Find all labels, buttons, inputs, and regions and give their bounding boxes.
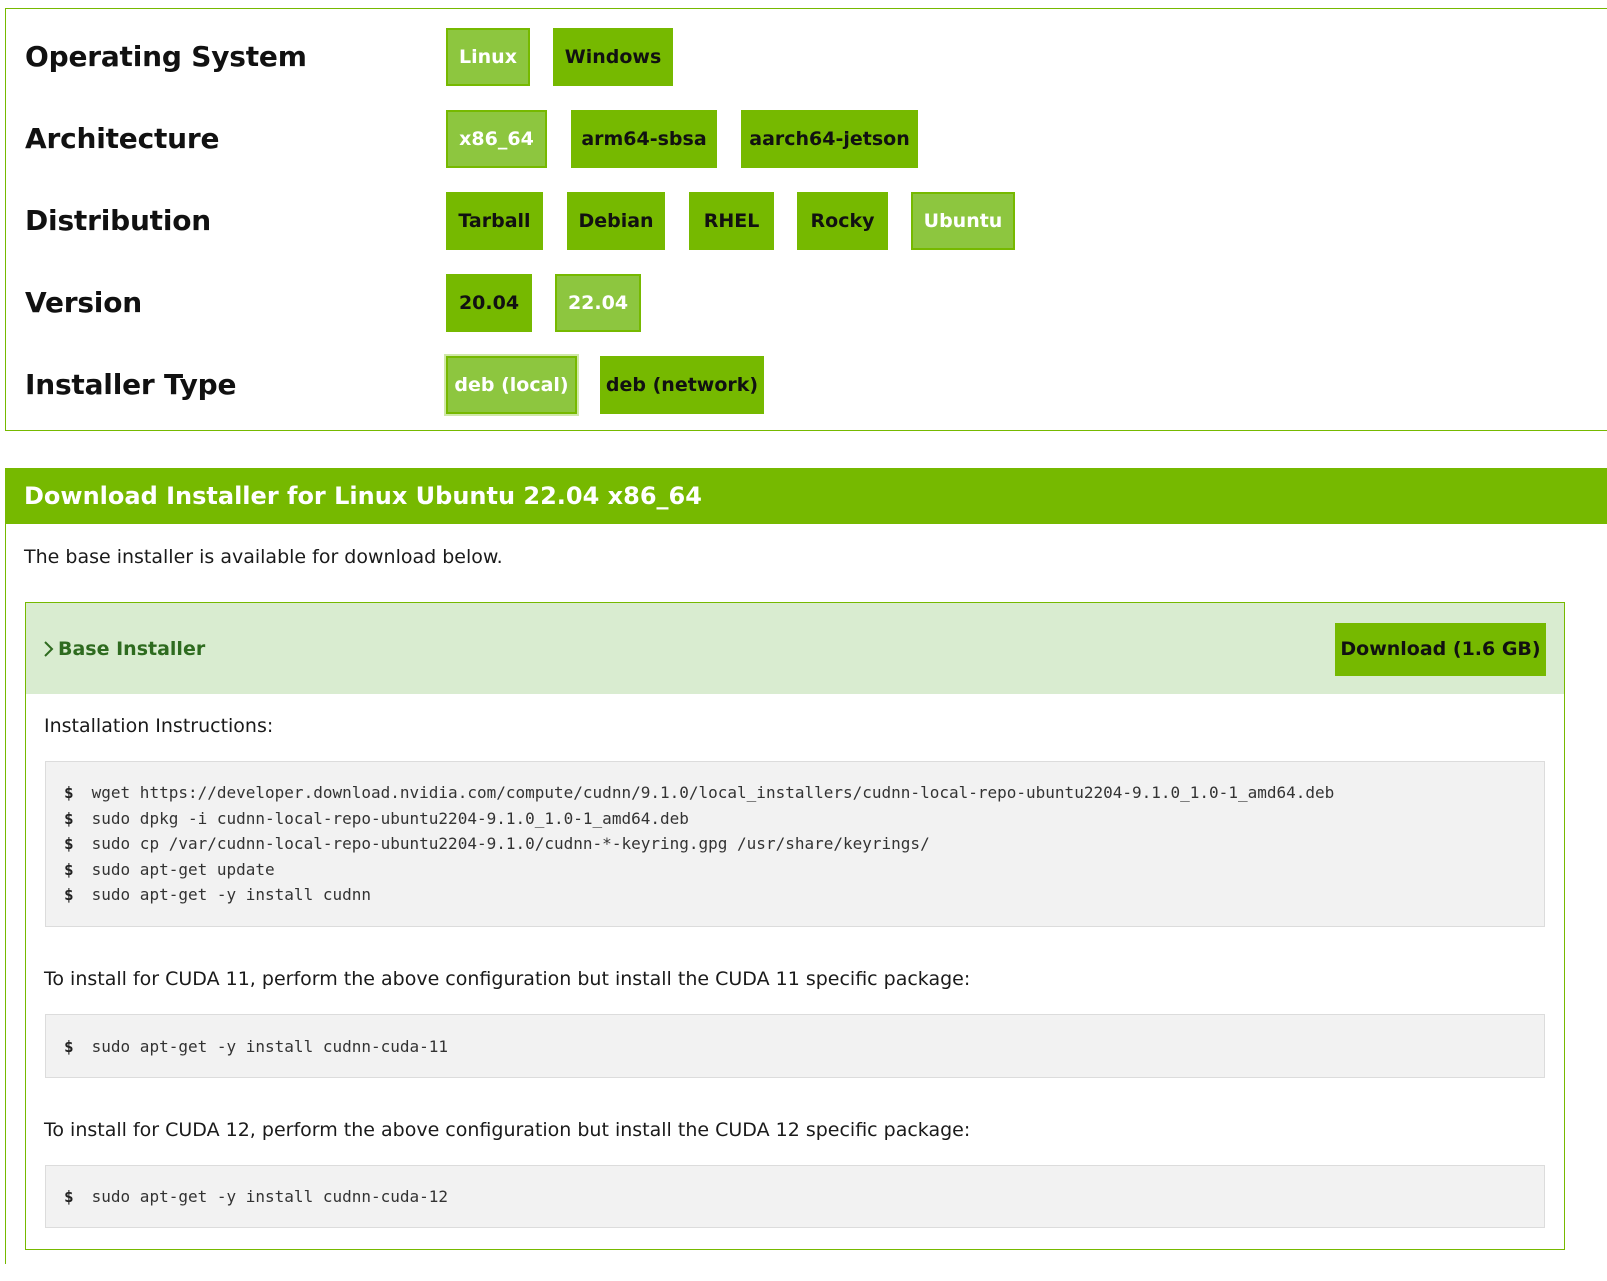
shell-prompt: $ [64,1037,74,1056]
option-aarch64-jetson[interactable]: aarch64-jetson [741,110,918,168]
option-deb-network[interactable]: deb (network) [600,356,764,414]
option-arm64-sbsa[interactable]: arm64-sbsa [571,110,717,168]
command-line: $ sudo apt-get -y install cudnn-cuda-11 [64,1034,448,1059]
row-label-version: Version [25,286,142,319]
command-text: sudo cp /var/cudnn-local-repo-ubuntu2204… [91,834,930,853]
intro-text: The base installer is available for down… [24,546,503,568]
shell-prompt: $ [64,809,74,828]
row-installer-type: Installer Type deb (local) deb (network) [6,356,1607,414]
base-installer-title: Base Installer [58,637,206,660]
command-line: $ wget https://developer.download.nvidia.… [64,780,1334,805]
base-installer-header: Base Installer Download (1.6 GB) [26,603,1564,694]
command-text: sudo apt-get -y install cudnn-cuda-12 [91,1187,449,1206]
option-deb-local[interactable]: deb (local) [446,356,577,414]
command-text: sudo apt-get update [91,860,275,879]
command-text: sudo dpkg -i cudnn-local-repo-ubuntu2204… [91,809,689,828]
option-debian[interactable]: Debian [567,192,665,250]
option-tarball[interactable]: Tarball [446,192,543,250]
option-rocky[interactable]: Rocky [797,192,888,250]
row-label-architecture: Architecture [25,122,220,155]
download-button[interactable]: Download (1.6 GB) [1335,623,1546,676]
shell-prompt: $ [64,783,74,802]
shell-prompt: $ [64,885,74,904]
command-line: $ sudo apt-get -y install cudnn [64,882,371,907]
install-commands-block[interactable]: $ wget https://developer.download.nvidia.… [45,761,1545,927]
command-line: $ sudo cp /var/cudnn-local-repo-ubuntu220… [64,831,930,856]
shell-prompt: $ [64,834,74,853]
option-ubuntu[interactable]: Ubuntu [911,192,1015,250]
command-line: $ sudo dpkg -i cudnn-local-repo-ubuntu220… [64,806,689,831]
cuda12-command-block[interactable]: $ sudo apt-get -y install cudnn-cuda-12 [45,1165,1545,1228]
base-installer-toggle[interactable]: Base Installer [42,603,205,694]
download-header: Download Installer for Linux Ubuntu 22.0… [5,468,1607,524]
cuda11-command-block[interactable]: $ sudo apt-get -y install cudnn-cuda-11 [45,1014,1545,1078]
cuda12-instructions: To install for CUDA 12, perform the abov… [44,1119,971,1141]
row-label-distribution: Distribution [25,204,212,237]
command-text: sudo apt-get -y install cudnn [91,885,371,904]
chevron-right-icon [44,640,54,657]
option-rhel[interactable]: RHEL [689,192,774,250]
command-text: wget https://developer.download.nvidia.c… [91,783,1335,802]
download-title: Download Installer for Linux Ubuntu 22.0… [24,482,702,510]
shell-prompt: $ [64,1187,74,1206]
instructions-label: Installation Instructions: [44,715,274,737]
selector-panel: Operating System Linux Windows Architect… [5,8,1607,431]
cuda11-instructions: To install for CUDA 11, perform the abov… [44,968,971,990]
option-20-04[interactable]: 20.04 [446,274,532,332]
option-windows[interactable]: Windows [553,28,673,86]
row-version: Version 20.04 22.04 [6,274,1607,332]
row-architecture: Architecture x86_64 arm64-sbsa aarch64-j… [6,110,1607,168]
command-line: $ sudo apt-get -y install cudnn-cuda-12 [64,1184,448,1209]
option-x86-64[interactable]: x86_64 [446,110,547,168]
shell-prompt: $ [64,860,74,879]
command-line: $ sudo apt-get update [64,857,275,882]
row-label-installer-type: Installer Type [25,368,237,401]
row-operating-system: Operating System Linux Windows [6,28,1607,86]
row-distribution: Distribution Tarball Debian RHEL Rocky U… [6,192,1607,250]
option-22-04[interactable]: 22.04 [555,274,641,332]
option-linux[interactable]: Linux [446,28,530,86]
command-text: sudo apt-get -y install cudnn-cuda-11 [91,1037,449,1056]
row-label-operating-system: Operating System [25,40,307,73]
